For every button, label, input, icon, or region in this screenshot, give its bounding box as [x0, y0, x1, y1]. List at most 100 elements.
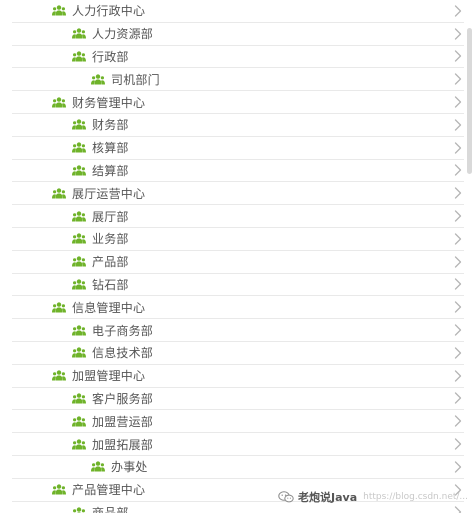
tree-row-label: 人力资源部	[92, 27, 154, 42]
tree-row-content: 展厅部	[72, 205, 129, 227]
tree-row-label: 展厅部	[92, 209, 129, 224]
users-group-icon	[72, 438, 86, 450]
tree-row-label: 信息技术部	[92, 346, 154, 361]
users-group-icon	[52, 96, 66, 108]
tree-row-content: 信息技术部	[72, 342, 153, 364]
tree-row-content: 司机部门	[91, 68, 160, 90]
tree-row-content: 加盟拓展部	[72, 433, 153, 455]
tree-row-content: 人力行政中心	[52, 0, 145, 22]
users-group-icon	[52, 5, 66, 16]
tree-row[interactable]: 司机部门	[12, 68, 464, 92]
tree-row-label: 财务管理中心	[72, 95, 146, 110]
chevron-right-icon[interactable]	[454, 73, 462, 85]
tree-row-content: 行政部	[72, 46, 129, 68]
tree-row[interactable]: 产品部	[12, 251, 464, 274]
tree-row[interactable]: 加盟拓展部	[12, 433, 464, 456]
tree-row-content: 加盟管理中心	[52, 365, 145, 387]
tree-row-content: 业务部	[72, 228, 129, 250]
users-group-icon	[72, 51, 86, 62]
tree-row[interactable]: 电子商务部	[12, 319, 464, 342]
chevron-right-icon[interactable]	[454, 233, 462, 245]
chevron-right-icon[interactable]	[454, 438, 462, 450]
users-group-icon	[91, 461, 105, 472]
tree-row-label: 加盟营运部	[92, 414, 154, 429]
department-tree-page: 人力行政中心人力资源部行政部司机部门财务管理中心 财务部核算部 结算部 展厅运营中心展…	[0, 0, 474, 513]
tree-row-label: 行政部	[92, 49, 129, 64]
tree-row[interactable]: 核算部	[12, 137, 464, 160]
tree-row[interactable]: 人力行政中心	[12, 0, 464, 23]
tree-row-content: 结算部	[72, 160, 129, 182]
watermark-text: 老炮说Java	[298, 491, 358, 504]
chevron-right-icon[interactable]	[454, 278, 462, 291]
tree-row-content: 客户服务部	[72, 388, 153, 410]
chevron-right-icon[interactable]	[454, 256, 462, 268]
chevron-right-icon[interactable]	[454, 187, 462, 199]
tree-row[interactable]: 客户服务部	[12, 388, 464, 411]
tree-row-label: 业务部	[92, 232, 129, 247]
tree-row-content: 电子商务部	[72, 319, 153, 341]
users-group-icon	[72, 324, 86, 336]
watermark: 老炮说Java https://blog.csdn.net/...	[278, 489, 468, 505]
tree-row-content: 展厅运营中心	[52, 182, 145, 204]
tree-row[interactable]: 展厅部	[12, 205, 464, 228]
vertical-scrollbar[interactable]	[467, 28, 472, 174]
tree-row-label: 客户服务部	[92, 391, 154, 406]
tree-row-content: 人力资源部	[72, 23, 153, 45]
chevron-right-icon[interactable]	[454, 28, 462, 40]
tree-row[interactable]: 加盟管理中心	[12, 365, 464, 388]
users-group-icon	[52, 302, 66, 313]
tree-row-content: 办事处	[91, 456, 148, 478]
tree-row-label: 司机部门	[111, 72, 160, 87]
users-group-icon	[91, 74, 105, 85]
chevron-right-icon[interactable]	[454, 369, 462, 382]
chevron-right-icon[interactable]	[454, 392, 462, 405]
users-group-icon	[72, 416, 86, 427]
chevron-right-icon[interactable]	[454, 96, 462, 108]
chevron-right-icon[interactable]	[454, 415, 462, 427]
tree-row[interactable]: 财务部	[12, 114, 464, 137]
tree-row[interactable]: 业务部	[12, 228, 464, 251]
users-group-icon	[72, 233, 86, 244]
tree-row-content: 产品管理中心	[52, 479, 145, 501]
tree-row[interactable]: 财务管理中心	[12, 91, 464, 114]
tree-row-label: 办事处	[111, 460, 148, 475]
tree-row-label: 钻石部	[92, 277, 129, 292]
tree-row-label: 电子商务部	[92, 323, 154, 338]
chevron-right-icon[interactable]	[454, 506, 462, 513]
tree-row[interactable]: 展厅运营中心	[12, 182, 464, 206]
users-group-icon	[72, 142, 86, 153]
tree-row-content: 信息管理中心	[52, 296, 145, 318]
chevron-right-icon[interactable]	[454, 347, 462, 359]
chevron-right-icon[interactable]	[454, 5, 462, 17]
tree-row[interactable]: 信息管理中心	[12, 296, 464, 320]
tree-row-content: 核算部	[72, 137, 129, 159]
tree-row-content: 钻石部	[72, 274, 129, 296]
tree-row-content: 产品部	[72, 251, 129, 273]
chevron-right-icon[interactable]	[454, 164, 462, 177]
chevron-right-icon[interactable]	[454, 142, 462, 154]
users-group-icon	[52, 370, 66, 381]
tree-row-label: 产品管理中心	[72, 483, 146, 498]
tree-row[interactable]: 钻石部	[12, 274, 464, 297]
users-group-icon	[72, 165, 86, 176]
tree-row-label: 人力行政中心	[72, 4, 146, 19]
chevron-right-icon[interactable]	[454, 324, 462, 336]
tree-row[interactable]: 行政部	[12, 46, 464, 69]
tree-row[interactable]: 信息技术部	[12, 342, 464, 365]
chevron-right-icon[interactable]	[454, 119, 462, 131]
users-group-icon	[72, 393, 86, 404]
tree-row[interactable]: 人力资源部	[12, 23, 464, 46]
tree-row[interactable]: 结算部	[12, 160, 464, 183]
tree-row[interactable]: 加盟营运部	[12, 410, 464, 434]
chevron-right-icon[interactable]	[454, 50, 462, 63]
chevron-right-icon[interactable]	[454, 301, 462, 313]
tree-row-label: 加盟拓展部	[92, 437, 154, 452]
chevron-right-icon[interactable]	[454, 210, 462, 222]
users-group-icon	[52, 188, 66, 199]
tree-row[interactable]: 办事处	[12, 456, 464, 479]
tree-row-label: 财务部	[92, 118, 129, 133]
tree-row-label: 信息管理中心	[72, 300, 146, 315]
tree-row-label: 加盟管理中心	[72, 369, 146, 384]
chevron-right-icon[interactable]	[454, 461, 462, 473]
watermark-url: https://blog.csdn.net/...	[363, 492, 468, 502]
